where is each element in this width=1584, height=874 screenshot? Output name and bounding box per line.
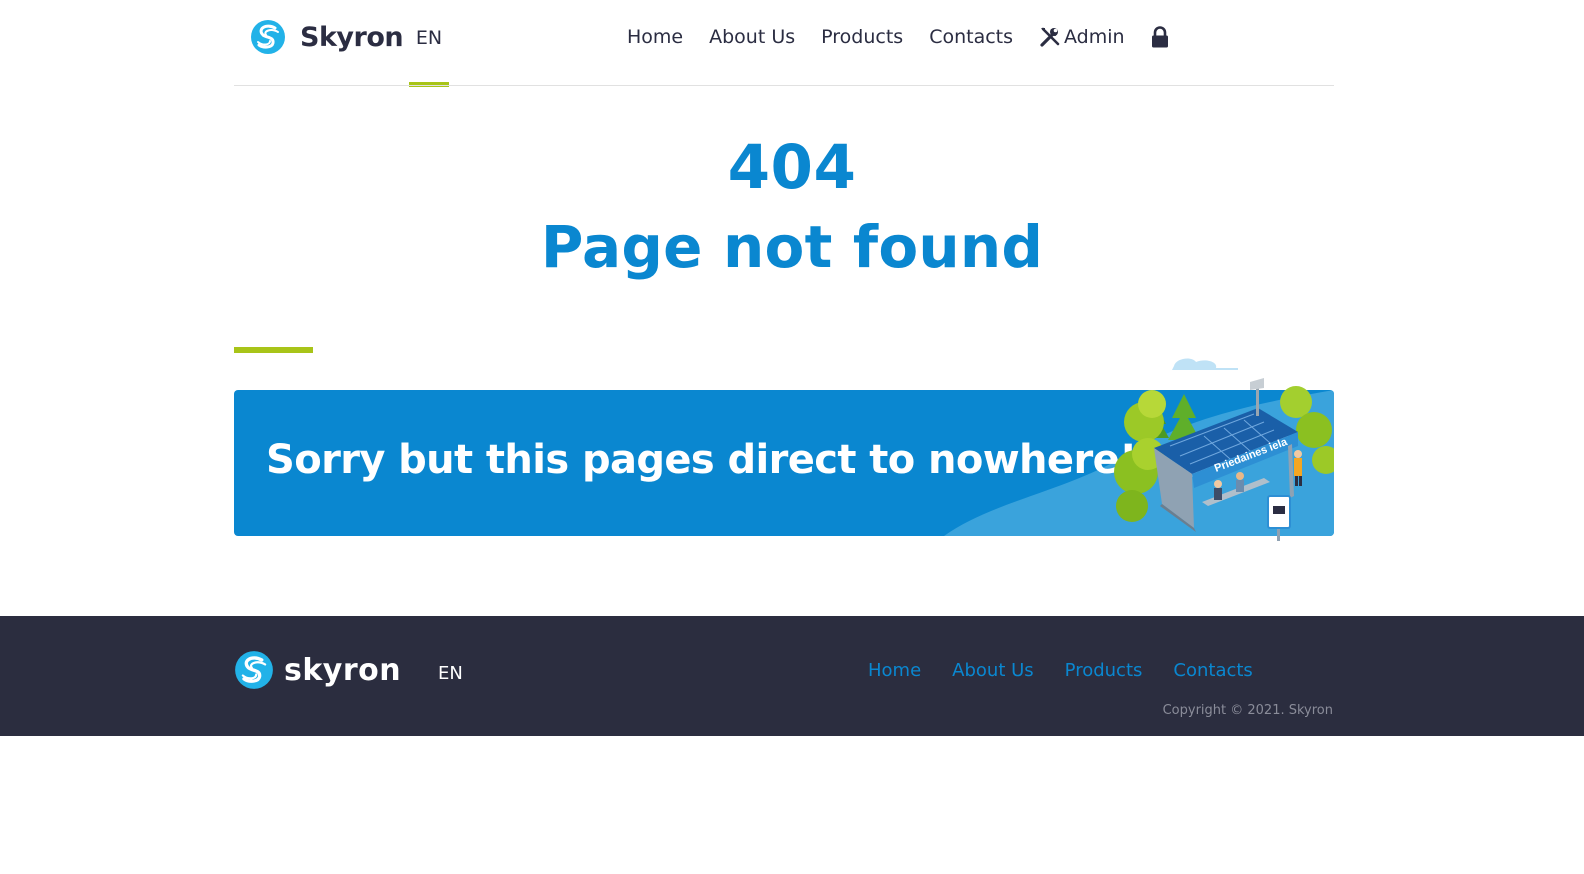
footer-language-selector[interactable]: EN [438,663,463,684]
header-divider [234,85,1334,86]
skyron-logo-icon [235,651,273,689]
nav-home[interactable]: Home [614,20,696,54]
bus-stop-illustration: Priedaines iela [1114,358,1334,541]
section-accent-bar [234,347,313,353]
footer-nav-products[interactable]: Products [1065,660,1143,681]
skyron-logo-icon [251,20,285,54]
footer-nav-about-us[interactable]: About Us [952,660,1034,681]
footer-nav-contacts[interactable]: Contacts [1173,660,1252,681]
footer-brand-name: skyron [284,652,402,688]
lock-icon [1151,26,1168,48]
error-banner: Sorry but this pages direct to nowhere! … [234,358,1334,541]
brand-name: Skyron [300,21,404,53]
site-header: Skyron EN Home About Us Products Contact… [0,0,1584,87]
error-code: 404 [727,132,857,203]
admin-label: Admin [1064,26,1125,48]
banner-message: Sorry but this pages direct to nowhere! [266,437,1137,483]
nav-products[interactable]: Products [808,20,916,54]
copyright-text: Copyright © 2021. Skyron [1162,703,1333,718]
footer-nav: Home About Us Products Contacts [868,660,1284,681]
footer-nav-home[interactable]: Home [868,660,921,681]
language-label: EN [415,27,443,49]
nav-admin[interactable]: Admin [1026,20,1138,54]
error-heading: 404 Page not found [0,128,1584,286]
main-nav: Home About Us Products Contacts Admin [614,20,1182,54]
error-title: Page not found [540,213,1044,281]
site-footer: skyron EN Home About Us Products Contact… [0,616,1584,736]
wrench-screwdriver-icon [1040,27,1060,47]
footer-brand-logo-link[interactable]: skyron [234,650,401,690]
login-lock-button[interactable] [1138,20,1182,54]
language-selector[interactable]: EN [409,0,449,87]
nav-about-us[interactable]: About Us [696,20,808,54]
brand-logo-link[interactable]: Skyron [250,19,404,55]
nav-contacts[interactable]: Contacts [916,20,1026,54]
